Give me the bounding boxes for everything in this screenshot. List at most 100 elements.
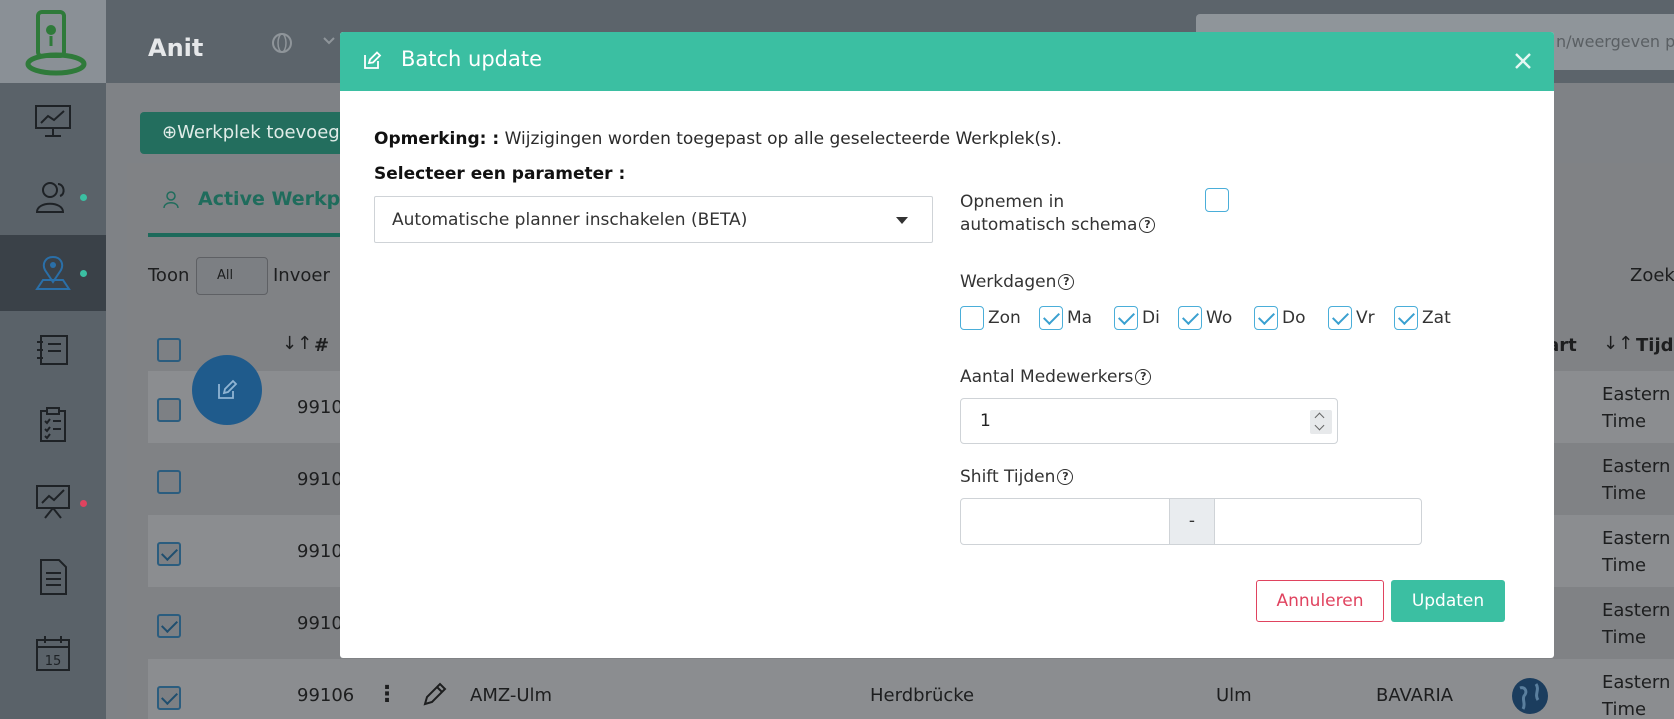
row-tz: Eastern [1602, 384, 1671, 405]
parameter-select[interactable]: Automatische planner inschakelen (BETA) [374, 196, 933, 243]
row-menu-icon[interactable]: ⋮ [376, 682, 398, 707]
sidebar-item-dashboard[interactable] [0, 83, 106, 159]
sidebar: 15 [0, 0, 106, 719]
day-checkbox-ma[interactable] [1039, 306, 1063, 330]
row-checkbox[interactable] [157, 614, 181, 638]
batch-edit-fab[interactable] [192, 355, 262, 425]
batch-update-modal: Batch update Opmerking: : Wijzigingen wo… [340, 32, 1554, 658]
pencil-icon[interactable] [421, 680, 449, 708]
row-tz: Eastern [1602, 528, 1671, 549]
row-state: BAVARIA [1376, 685, 1454, 706]
sort-icon[interactable]: ↓↑ [282, 333, 312, 354]
sidebar-item-calendar[interactable]: 15 [0, 615, 106, 691]
day-checkbox-vr[interactable] [1328, 306, 1352, 330]
update-button[interactable]: Updaten [1391, 580, 1505, 622]
employees-label: Aantal Medewerkers? [960, 367, 1152, 387]
row-checkbox[interactable] [157, 470, 181, 494]
day-label: Di [1142, 308, 1160, 328]
chevron-down-icon[interactable] [322, 36, 336, 46]
day-checkbox-do[interactable] [1254, 306, 1278, 330]
row-street: Herdbrücke [870, 685, 975, 706]
row-name: AMZ-Ulm [470, 685, 553, 706]
note-label: Opmerking: : [374, 129, 500, 149]
select-all-checkbox[interactable] [157, 338, 181, 362]
search-placeholder: n/weergeven pr [1556, 32, 1674, 51]
clipboard-checklist-icon [40, 407, 66, 442]
sidebar-item-reports[interactable] [0, 463, 106, 539]
sidebar-item-documents[interactable] [0, 539, 106, 615]
notebook-icon [37, 335, 68, 365]
entries-select[interactable]: All [196, 257, 268, 295]
row-tz: Time [1602, 699, 1647, 719]
logo-icon [25, 9, 87, 75]
search-label: Zoek: [1630, 265, 1674, 286]
sort-icon[interactable]: ↓↑ [1603, 333, 1633, 354]
day-label: Vr [1356, 308, 1375, 328]
row-tz: Time [1602, 411, 1647, 432]
sidebar-item-locations[interactable] [0, 235, 106, 311]
shift-separator: - [1169, 499, 1215, 544]
status-dot [80, 194, 87, 201]
tab-underline [148, 233, 348, 237]
row-checkbox[interactable] [157, 542, 181, 566]
day-checkbox-di[interactable] [1114, 306, 1138, 330]
include-label-line1: Opnemen in [960, 192, 1065, 212]
users-icon [35, 182, 65, 213]
brand-name: Anit [148, 34, 204, 62]
help-icon[interactable]: ? [1135, 369, 1152, 385]
cancel-button[interactable]: Annuleren [1256, 580, 1384, 622]
parameter-label: Selecteer een parameter : [374, 164, 626, 184]
row-checkbox[interactable] [157, 398, 181, 422]
sidebar-item-notes[interactable] [0, 311, 106, 387]
plus-circle-icon: ⊕ [162, 122, 178, 143]
col-header-id[interactable]: # [314, 335, 329, 356]
edit-icon [364, 51, 382, 69]
document-icon [40, 559, 67, 595]
show-label: Toon [148, 265, 190, 286]
day-label: Do [1282, 308, 1306, 328]
day-checkbox-zon[interactable] [960, 306, 984, 330]
parameter-value: Automatische planner inschakelen (BETA) [392, 210, 748, 230]
help-icon[interactable]: ? [1058, 274, 1075, 290]
calendar-day: 15 [45, 654, 62, 669]
close-icon[interactable] [1510, 48, 1536, 74]
globe-icon[interactable] [1510, 676, 1550, 716]
dashboard-monitor-icon [35, 105, 71, 137]
help-icon[interactable]: ? [1057, 469, 1074, 485]
app-logo[interactable] [0, 0, 106, 83]
map-pin-icon [35, 255, 71, 290]
shift-start-input[interactable] [961, 499, 1168, 544]
row-tz: Time [1602, 555, 1647, 576]
include-schedule-checkbox[interactable] [1205, 188, 1229, 212]
day-label: Wo [1206, 308, 1233, 328]
sidebar-item-users[interactable] [0, 159, 106, 235]
calendar-icon: 15 [36, 636, 70, 671]
note-text: Wijzigingen worden toegepast op alle ges… [499, 129, 1062, 149]
row-tz: Eastern [1602, 672, 1671, 693]
status-dot [80, 270, 87, 277]
row-tz: Time [1602, 483, 1647, 504]
shift-times-label: Shift Tijden? [960, 467, 1074, 487]
status-dot [80, 500, 87, 507]
day-checkbox-wo[interactable] [1178, 306, 1202, 330]
caret-down-icon [896, 217, 908, 224]
row-city: Ulm [1216, 685, 1252, 706]
modal-header: Batch update [340, 32, 1554, 91]
col-header-timezone[interactable]: Tijdz [1636, 335, 1674, 356]
sidebar-item-tasks[interactable] [0, 387, 106, 463]
presentation-chart-icon [36, 485, 70, 519]
number-stepper-icon[interactable] [1310, 410, 1332, 434]
row-tz: Time [1602, 627, 1647, 648]
employees-input[interactable] [960, 398, 1338, 444]
day-label: Ma [1067, 308, 1093, 328]
row-tz: Eastern [1602, 600, 1671, 621]
row-id: 99106 [297, 685, 355, 706]
modal-title: Batch update [401, 47, 543, 71]
shift-end-input[interactable] [1216, 499, 1421, 544]
add-workplace-button[interactable]: ⊕Werkplek toevoeg [140, 112, 345, 154]
day-label: Zat [1422, 308, 1451, 328]
globe-icon[interactable] [270, 32, 294, 54]
help-icon[interactable]: ? [1139, 217, 1156, 233]
day-checkbox-zat[interactable] [1394, 306, 1418, 330]
row-checkbox[interactable] [157, 686, 181, 710]
